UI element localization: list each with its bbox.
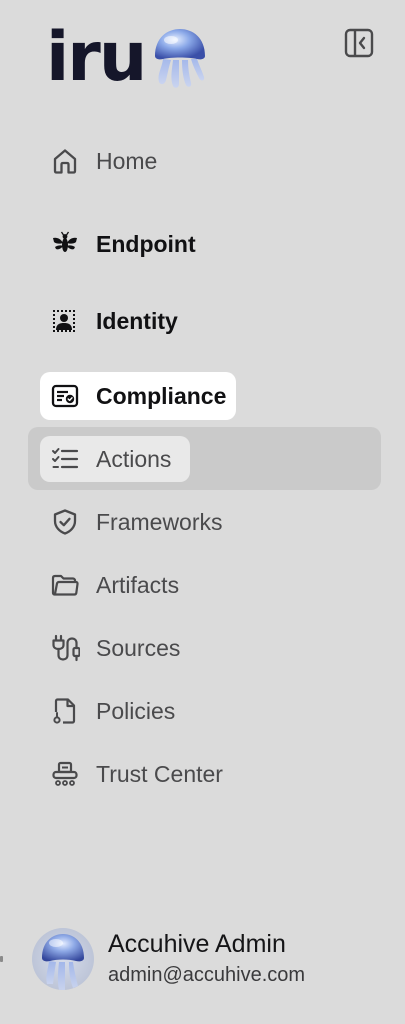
nav-label-sources: Sources xyxy=(96,634,181,661)
user-email: admin@accuhive.com xyxy=(108,964,306,986)
nav-label-home: Home xyxy=(96,147,158,174)
nav-label-frameworks: Frameworks xyxy=(96,508,223,535)
nav-label-trust-center: Trust Center xyxy=(96,760,223,787)
jellyfish-avatar xyxy=(32,928,94,990)
nav-item-artifacts[interactable]: Artifacts xyxy=(40,561,189,609)
sidebar: iru Home Endpoint Identity Compliance Ac… xyxy=(0,0,405,1024)
nav-item-compliance[interactable]: Compliance xyxy=(40,372,237,420)
nav-item-home[interactable]: Home xyxy=(40,137,167,185)
user-text: Accuhive Admin admin@accuhive.com xyxy=(108,928,305,990)
sidebar-collapse-icon xyxy=(344,28,374,58)
home-icon xyxy=(50,146,80,176)
identity-icon xyxy=(50,306,80,336)
nav-item-policies[interactable]: Policies xyxy=(40,687,185,735)
sidebar-collapse-button[interactable] xyxy=(344,28,374,58)
plug-icon xyxy=(50,633,80,663)
nav-label-compliance: Compliance xyxy=(96,382,227,409)
user-profile[interactable]: Accuhive Admin admin@accuhive.com xyxy=(32,928,305,990)
nav-label-policies: Policies xyxy=(96,697,176,724)
shield-check-icon xyxy=(50,507,80,537)
nav-label-actions: Actions xyxy=(96,445,172,472)
nav-item-actions[interactable]: Actions xyxy=(40,436,190,482)
nav-label-artifacts: Artifacts xyxy=(96,571,180,598)
checklist-icon xyxy=(50,444,80,474)
nav-label-endpoint: Endpoint xyxy=(96,230,196,257)
nav-item-trust-center[interactable]: Trust Center xyxy=(40,750,233,798)
nav-label-identity: Identity xyxy=(96,307,178,334)
user-name: Accuhive Admin xyxy=(108,930,286,958)
trust-center-icon xyxy=(50,759,80,789)
nav-item-sources[interactable]: Sources xyxy=(40,624,190,672)
jellyfish-logo-icon xyxy=(155,29,206,88)
compliance-icon xyxy=(50,381,80,411)
nav-item-endpoint[interactable]: Endpoint xyxy=(40,220,206,268)
logo-text: iru xyxy=(46,18,147,97)
bee-icon xyxy=(50,229,80,259)
nav-item-frameworks[interactable]: Frameworks xyxy=(40,498,233,546)
brand-logo[interactable]: iru xyxy=(46,22,211,92)
nav-item-identity[interactable]: Identity xyxy=(40,297,188,345)
edge-handle xyxy=(0,956,3,962)
document-icon xyxy=(50,696,80,726)
folder-icon xyxy=(50,570,80,600)
